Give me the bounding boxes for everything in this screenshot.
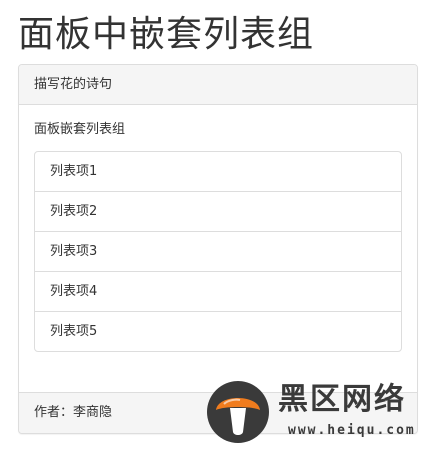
list-item[interactable]: 列表项3 xyxy=(34,231,402,272)
watermark-url: www.heiqu.com xyxy=(288,423,416,438)
watermark-title: 黑区网络 xyxy=(278,382,406,417)
panel-heading: 描写花的诗句 xyxy=(19,65,417,105)
list-group: 列表项1 列表项2 列表项3 列表项4 列表项5 xyxy=(34,151,402,352)
panel-body-text: 面板嵌套列表组 xyxy=(34,122,126,137)
list-item[interactable]: 列表项4 xyxy=(34,271,402,312)
list-item[interactable]: 列表项5 xyxy=(34,311,402,352)
list-item[interactable]: 列表项1 xyxy=(34,151,402,192)
mushroom-logo-icon xyxy=(207,381,269,443)
watermark: 黑区网络 www.heiqu.com xyxy=(206,378,438,446)
list-item[interactable]: 列表项2 xyxy=(34,191,402,232)
page-title: 面板中嵌套列表组 xyxy=(18,14,315,55)
